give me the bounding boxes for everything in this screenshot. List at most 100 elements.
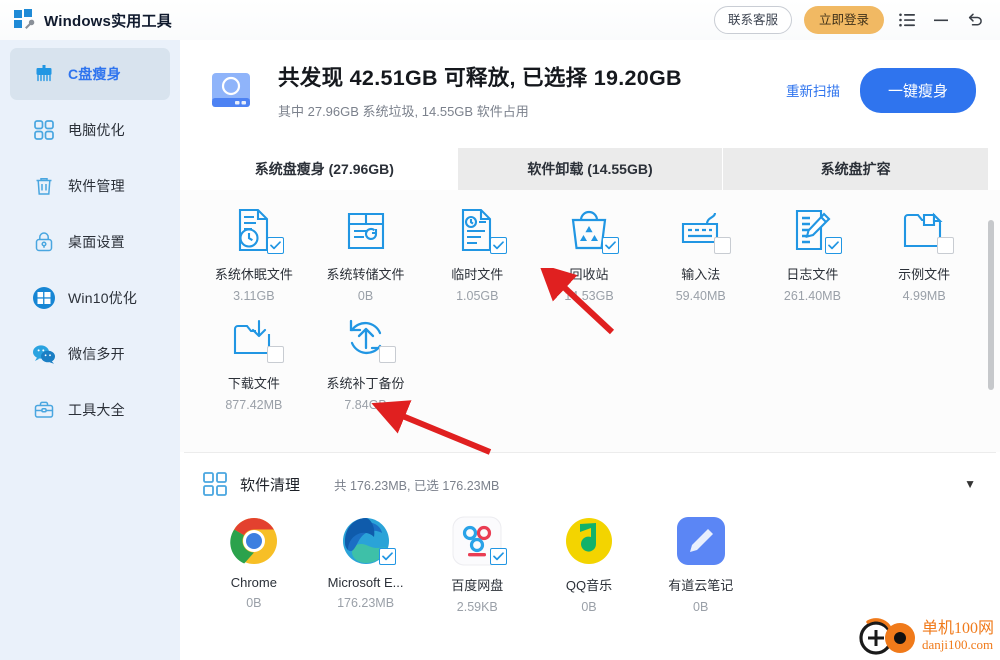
grid-item-patch-backup[interactable]: 系统补丁备份 7.84GB [310,313,422,412]
grid-item-log-file[interactable]: 日志文件 261.40MB [757,204,869,303]
tab-system-disk-expand[interactable]: 系统盘扩容 [723,148,989,190]
edge-icon [340,515,396,567]
dump-file-icon [340,204,392,256]
software-clean-meta: 共 176.23MB, 已选 176.23MB [334,478,500,493]
app-item-name: QQ音乐 [565,578,613,593]
grid-item-download-file[interactable]: 下载文件 877.42MB [198,313,310,412]
grid-item-temp-file[interactable]: 临时文件 1.05GB [421,204,533,303]
download-folder-icon [228,313,284,365]
app-item-chrome[interactable]: Chrome 0B [198,515,310,614]
broom-icon [32,62,56,86]
grid-item-size: 59.40MB [675,289,726,303]
app-item-name: 有道云笔记 [668,578,734,593]
tab-system-disk-slim[interactable]: 系统盘瘦身 (27.96GB) [192,148,458,190]
watermark-text: 单机100网 danji100.com [921,620,994,652]
app-item-baidu-pan[interactable]: 百度网盘 2.59KB [421,515,533,614]
sidebar-item-c-drive-slim[interactable]: C盘瘦身 [10,48,170,100]
sidebar-item-label: C盘瘦身 [68,66,121,82]
item-checkbox[interactable] [713,237,731,254]
grid-item-sample-file[interactable]: 示例文件 4.99MB [868,204,980,303]
item-checkbox[interactable] [937,237,955,254]
app-title: Windows实用工具 [44,12,172,30]
summary-header: 共发现 42.51GB 可释放, 已选择 19.20GB 其中 27.96GB … [180,40,1000,140]
list-menu-icon[interactable] [896,9,918,31]
sidebar-item-label: 微信多开 [68,346,125,362]
grid-item-name: 系统转储文件 [326,267,405,282]
chevron-down-icon[interactable]: ▼ [964,477,976,491]
wechat-icon [32,342,56,366]
grid-item-name: 示例文件 [898,267,951,282]
grid-item-size: 7.84GB [344,398,387,412]
grid-item-input-method[interactable]: 输入法 59.40MB [645,204,757,303]
sidebar-item-tools-all[interactable]: 工具大全 [10,384,170,436]
grid-item-name: 日志文件 [786,267,839,282]
software-items-grid: Chrome 0B Microsoft E... 176.23MB 百度网盘 2… [180,515,1000,614]
login-button[interactable]: 立即登录 [803,5,884,35]
app-item-name: Microsoft E... [327,575,404,590]
sidebar: C盘瘦身 电脑优化 软件管理 桌面设置 Win10优化 微信多开 工具大全 [0,40,180,660]
item-checkbox[interactable] [825,237,843,254]
tab-software-uninstall[interactable]: 软件卸载 (14.55GB) [457,148,724,190]
grid-item-size: 0B [357,289,374,303]
contact-support-button[interactable]: 联系客服 [713,5,792,35]
grid-item-dump-file[interactable]: 系统转储文件 0B [310,204,422,303]
main-panel: 共发现 42.51GB 可释放, 已选择 19.20GB 其中 27.96GB … [180,40,1000,660]
app-item-size: 0B [693,600,709,614]
app-item-youdao-note[interactable]: 有道云笔记 0B [645,515,757,614]
grid-item-size: 14.53GB [564,289,614,303]
item-checkbox[interactable] [266,346,284,363]
minimize-icon[interactable] [930,9,952,31]
sidebar-item-desktop-settings[interactable]: 桌面设置 [10,216,170,268]
sidebar-item-software-manage[interactable]: 软件管理 [10,160,170,212]
app-item-size: 0B [581,600,597,614]
undo-close-icon[interactable] [964,9,986,31]
summary-title: 共发现 42.51GB 可释放, 已选择 19.20GB [278,65,682,90]
app-item-name: Chrome [230,575,277,590]
watermark: 单机100网 danji100.com [856,616,994,656]
lock-icon [32,230,56,254]
system-items-scroll-area: 系统休眠文件 3.11GB 系统转储文件 0B 临时文件 1.05GB 回收站 … [180,190,1000,452]
sidebar-item-wechat-multi[interactable]: 微信多开 [10,328,170,380]
sample-folder-icon [898,204,955,256]
grid-four-icon [32,118,56,142]
temp-file-icon [451,204,508,256]
item-checkbox[interactable] [601,237,619,254]
sidebar-item-win10-optimize[interactable]: Win10优化 [10,272,170,324]
app-item-microsoft-edge[interactable]: Microsoft E... 176.23MB [310,515,422,614]
baidu-pan-icon [451,515,508,567]
item-checkbox[interactable] [266,237,284,254]
system-items-grid: 系统休眠文件 3.11GB 系统转储文件 0B 临时文件 1.05GB 回收站 … [180,190,1000,412]
grid-item-name: 回收站 [569,267,609,282]
one-click-slim-button[interactable]: 一键瘦身 [859,67,976,113]
grid-item-size: 877.42MB [225,398,283,412]
grid-item-hibernate-file[interactable]: 系统休眠文件 3.11GB [198,204,310,303]
grid-item-recycle-bin[interactable]: 回收站 14.53GB [533,204,645,303]
rescan-link[interactable]: 重新扫描 [786,80,840,100]
sidebar-item-label: 桌面设置 [68,234,125,250]
summary-subtitle: 其中 27.96GB 系统垃圾, 14.55GB 软件占用 [278,103,529,119]
log-file-icon [786,204,843,256]
grid-item-size: 1.05GB [456,289,499,303]
app-item-name: 百度网盘 [451,578,504,593]
patch-backup-icon [340,313,396,365]
software-clean-title: 软件清理 [240,476,301,494]
sidebar-item-label: Win10优化 [68,290,138,306]
trash-icon [32,174,56,198]
grid-item-name: 系统休眠文件 [214,267,293,282]
watermark-en: danji100.com [921,636,994,652]
tab-bar: 系统盘瘦身 (27.96GB) 软件卸载 (14.55GB) 系统盘扩容 [192,148,989,190]
item-checkbox[interactable] [378,548,396,565]
sidebar-item-pc-optimize[interactable]: 电脑优化 [10,104,170,156]
app-window: Windows实用工具 联系客服 立即登录 C盘瘦身 电脑优化 软件管理 桌面设… [0,0,1000,660]
item-checkbox[interactable] [490,548,508,565]
hibernate-file-icon [228,204,284,256]
windows-tools-icon [14,9,36,31]
sidebar-item-label: 工具大全 [68,402,125,418]
vertical-scrollbar[interactable] [988,220,994,390]
title-bar-actions: 联系客服 立即登录 [713,5,1000,35]
item-checkbox[interactable] [378,346,396,363]
app-item-qq-music[interactable]: QQ音乐 0B [533,515,645,614]
title-bar: Windows实用工具 联系客服 立即登录 [0,0,1000,40]
hard-disk-icon [202,61,260,119]
item-checkbox[interactable] [490,237,508,254]
